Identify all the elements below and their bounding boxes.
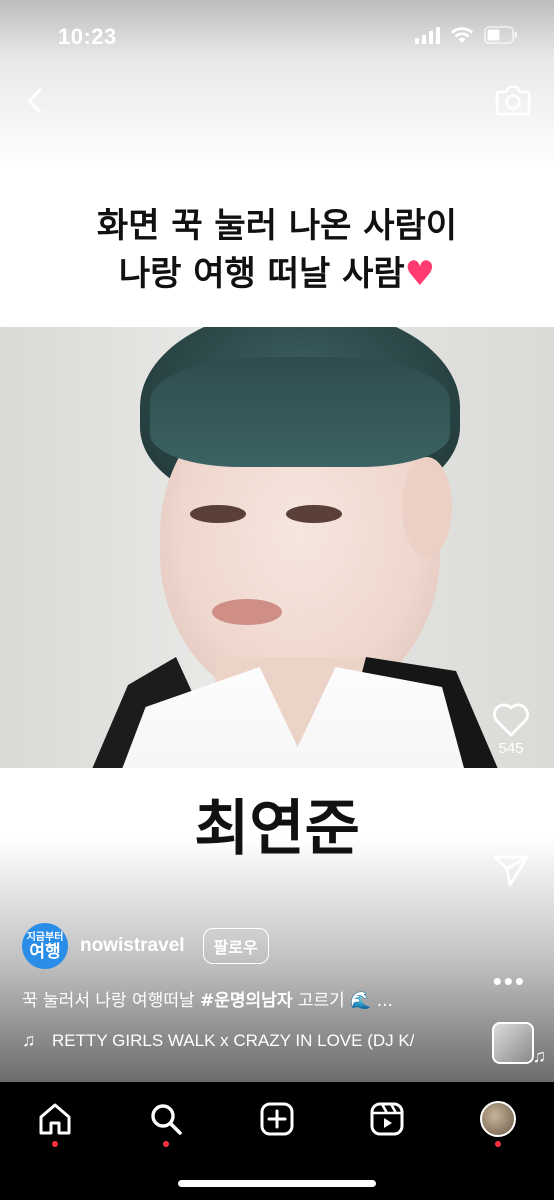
home-notification-dot	[52, 1141, 58, 1147]
profile-avatar[interactable]	[477, 1098, 519, 1140]
search-notification-dot	[163, 1141, 169, 1147]
like-count: 545	[498, 740, 524, 757]
battery-icon	[484, 26, 518, 44]
author-row: 지금부터 여행 nowistravel 팔로우	[22, 922, 269, 970]
audio-thumbnail[interactable]	[492, 1022, 534, 1064]
heart-icon[interactable]	[486, 700, 536, 738]
profile-picture	[480, 1101, 516, 1137]
description-hashtag[interactable]: #운명의남자	[200, 991, 292, 1011]
send-icon[interactable]	[486, 852, 536, 890]
music-row[interactable]: ♫ RETTY GIRLS WALK x CRAZY IN LOVE (DJ K…	[22, 1030, 468, 1051]
avatar-text-big: 여행	[29, 941, 61, 961]
home-indicator	[178, 1180, 376, 1187]
status-icons	[415, 26, 518, 44]
audio-note-icon: ♫	[532, 1046, 547, 1066]
photo-ear	[402, 457, 452, 557]
status-time: 10:23	[58, 24, 117, 49]
author-username[interactable]: nowistravel	[80, 935, 185, 957]
home-icon[interactable]	[34, 1098, 76, 1140]
photo-lips	[212, 599, 282, 625]
photo-eye-left	[190, 505, 246, 523]
music-note-icon: ♫	[22, 1030, 36, 1050]
comment-icon[interactable]	[486, 775, 536, 815]
wifi-icon	[450, 26, 474, 44]
create-post-icon[interactable]	[256, 1098, 298, 1140]
follow-button[interactable]: 팔로우	[202, 928, 269, 964]
top-caption: 화면 꾹 눌러 나온 사람이 나랑 여행 떠날 사람♥	[0, 202, 554, 298]
camera-icon[interactable]	[494, 82, 532, 118]
photo-eye-right	[286, 505, 342, 523]
description-suffix: 고르기 🌊 ...	[292, 991, 393, 1011]
search-icon[interactable]	[145, 1098, 187, 1140]
reel-screen: 10:23 화면 꾹 눌러 나온 사람이 나랑 여행 떠날 사람♥ 최연준 54…	[0, 0, 554, 1200]
name-caption: 최연준	[194, 794, 360, 864]
signal-icon	[415, 26, 440, 44]
action-column: 545 221	[486, 700, 536, 890]
more-options-button[interactable]: •••	[493, 966, 526, 997]
chevron-left-icon[interactable]	[18, 84, 52, 118]
top-caption-line1: 화면 꾹 눌러 나온 사람이	[96, 206, 458, 246]
avatar-text-small: 지금부터	[26, 931, 64, 943]
comment-count: 221	[498, 817, 524, 834]
reel-photo[interactable]	[0, 327, 554, 769]
music-title: RETTY GIRLS WALK x CRAZY IN LOVE (DJ K/	[52, 1030, 415, 1050]
post-description[interactable]: 꾹 눌러서 나랑 여행떠날 #운명의남자 고르기 🌊 ...	[22, 986, 472, 1011]
status-bar: 10:23	[0, 0, 554, 70]
heart-emoji: ♥	[404, 254, 436, 294]
top-caption-line2-text: 나랑 여행 떠날 사람	[118, 254, 405, 294]
top-caption-line2: 나랑 여행 떠날 사람♥	[0, 250, 554, 298]
description-text: 꾹 눌러서 나랑 여행떠날	[22, 991, 201, 1011]
photo-fringe	[150, 357, 450, 467]
reels-icon[interactable]	[366, 1098, 408, 1140]
profile-notification-dot	[495, 1141, 501, 1147]
author-avatar[interactable]: 지금부터 여행	[22, 923, 68, 969]
